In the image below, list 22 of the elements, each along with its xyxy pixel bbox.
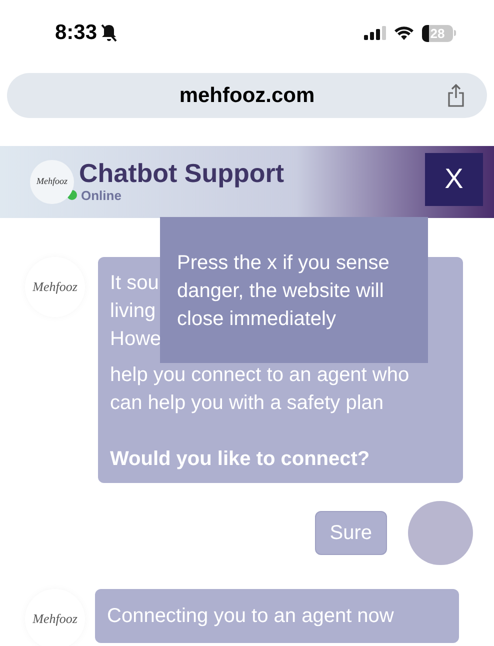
message-line: living: [110, 299, 156, 324]
message-line: Howe: [110, 327, 162, 352]
clock-time: 8:33: [55, 20, 98, 46]
message-line: Would you like to connect?: [110, 447, 370, 472]
message-line: can help you with a safety plan: [110, 391, 384, 416]
message-line: help you connect to an agent who: [110, 363, 410, 388]
status-text: Online: [81, 188, 122, 202]
signal-icon: [364, 26, 386, 40]
wifi-icon: [394, 26, 414, 40]
close-button[interactable]: X: [425, 152, 483, 206]
url-text: mehfooz.com: [179, 82, 315, 109]
share-icon[interactable]: [447, 84, 465, 107]
tooltip: Press the x if you sense danger, the website will close immediately: [160, 217, 428, 363]
message-line: It sou: [110, 271, 159, 296]
message-line: Connecting you to an agent now: [107, 604, 394, 629]
bot-avatar: Mehfooz: [25, 257, 85, 317]
bot-avatar: Mehfooz: [25, 589, 85, 646]
chat-title: Chatbot Support: [79, 156, 284, 188]
muted-bell-icon: [101, 24, 118, 42]
user-message: Sure: [314, 511, 387, 555]
address-bar[interactable]: mehfooz.com: [7, 73, 487, 118]
logo: Mehfooz: [30, 160, 74, 204]
